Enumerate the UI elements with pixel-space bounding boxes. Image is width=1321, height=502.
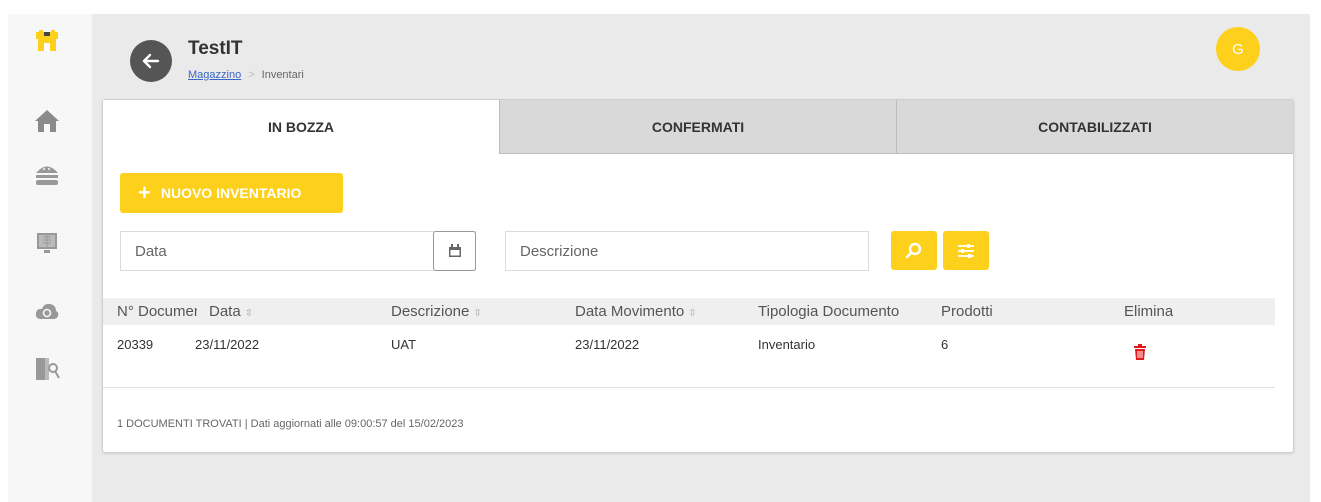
description-filter-placeholder: Descrizione <box>520 242 599 260</box>
cell-prodotti: 6 <box>941 337 949 352</box>
tab-confermati[interactable]: CONFERMATI <box>499 100 896 154</box>
door-key-icon[interactable] <box>32 354 62 384</box>
breadcrumb-link-magazzino[interactable]: Magazzino <box>188 69 241 81</box>
sliders-icon <box>958 243 974 258</box>
calendar-button[interactable] <box>433 231 476 271</box>
tab-in-bozza[interactable]: IN BOZZA <box>103 100 499 154</box>
table-row[interactable]: 20339 23/11/2022 UAT 23/11/2022 Inventar… <box>103 327 1275 388</box>
breadcrumb: Magazzino > Inventari <box>188 69 304 81</box>
inventory-panel: IN BOZZA CONFERMATI CONTABILIZZATI + NUO… <box>102 99 1294 453</box>
avatar[interactable]: G <box>1216 27 1260 71</box>
filter-settings-button[interactable] <box>943 231 989 270</box>
column-prodotti[interactable]: Prodotti <box>941 298 993 325</box>
header: TestIT Magazzino > Inventari G <box>92 14 1310 94</box>
trash-icon[interactable] <box>1133 344 1147 363</box>
burger-icon[interactable] <box>32 160 62 190</box>
plus-icon: + <box>138 180 151 205</box>
chevron-right-icon: > <box>248 69 255 81</box>
description-filter-input[interactable]: Descrizione <box>505 231 869 271</box>
sort-icon: ⇳ <box>244 308 254 319</box>
date-filter-input[interactable]: Data <box>120 231 476 271</box>
app-window: TestIT Magazzino > Inventari G IN BOZZA … <box>0 0 1321 502</box>
column-elimina: Elimina <box>1124 303 1174 320</box>
back-button[interactable] <box>130 40 172 82</box>
tab-contabilizzati[interactable]: CONTABILIZZATI <box>896 100 1293 154</box>
new-inventory-button[interactable]: + NUOVO INVENTARIO <box>120 173 343 213</box>
sort-icon: ⇳ <box>473 308 482 319</box>
breadcrumb-current: Inventari <box>261 69 304 81</box>
table-header: N° Documento Data⇳ Descrizione⇳ Data Mov… <box>103 298 1275 325</box>
tab-bar: IN BOZZA CONFERMATI CONTABILIZZATI <box>103 100 1293 154</box>
cell-descrizione: UAT <box>391 337 417 352</box>
column-data-label: Data <box>209 303 241 320</box>
cell-data: 23/11/2022 <box>195 337 260 352</box>
column-data-movimento[interactable]: Data Movimento ⇳ <box>575 298 697 325</box>
shop-icon[interactable] <box>32 26 62 56</box>
calendar-icon <box>448 244 461 257</box>
results-footer: 1 DOCUMENTI TROVATI | Dati aggiornati al… <box>117 418 464 430</box>
new-inventory-label: NUOVO INVENTARIO <box>160 185 302 201</box>
column-tipologia-documento[interactable]: Tipologia Documento <box>758 298 899 325</box>
cell-data-movimento: 23/11/2022 <box>575 337 640 352</box>
column-data-movimento-label: Data Movimento <box>575 303 685 320</box>
main-area: TestIT Magazzino > Inventari G IN BOZZA … <box>92 14 1310 502</box>
page-title: TestIT <box>188 38 243 59</box>
column-n-documento[interactable]: N° Documento <box>117 298 197 325</box>
home-icon[interactable] <box>32 106 62 136</box>
cloud-icon[interactable] <box>32 296 62 326</box>
pos-terminal-icon[interactable] <box>32 228 62 258</box>
column-data[interactable]: Data ⇳ <box>209 298 253 325</box>
column-descrizione[interactable]: Descrizione ⇳ <box>391 298 482 325</box>
column-descrizione-label: Descrizione <box>391 303 470 320</box>
search-button[interactable] <box>891 231 937 270</box>
search-icon <box>905 242 922 258</box>
cell-n-documento: 20339 <box>117 337 154 352</box>
cell-tipologia: Inventario <box>758 337 816 352</box>
sort-icon: ⇳ <box>688 308 697 319</box>
sidebar <box>8 14 93 502</box>
arrow-left-icon <box>142 53 160 69</box>
date-filter-placeholder: Data <box>135 242 167 260</box>
